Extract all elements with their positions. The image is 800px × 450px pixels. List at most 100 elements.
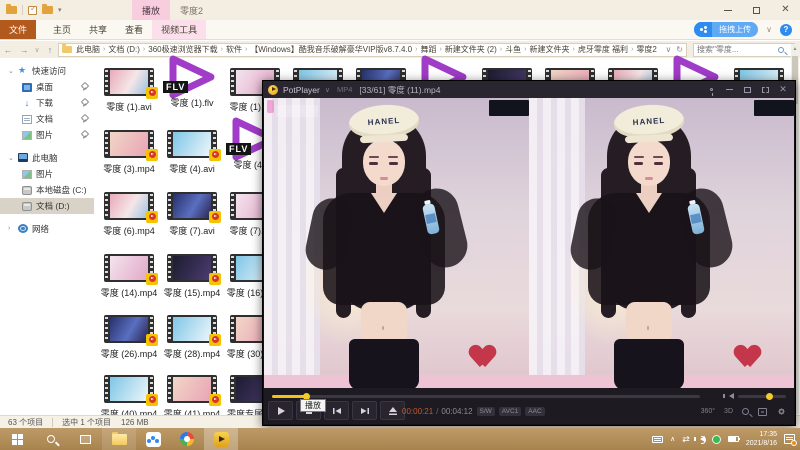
maximize-button[interactable] [742, 0, 771, 20]
folder-icon[interactable] [6, 6, 17, 14]
ribbon-collapse-icon[interactable]: ∨ [766, 25, 772, 34]
hidden-icons-chevron[interactable]: ∧ [670, 436, 675, 443]
tab-file[interactable]: 文件 [0, 20, 36, 39]
video-frame-right: HANEL [529, 98, 794, 390]
tab-video-tools[interactable]: 视频工具 [152, 20, 206, 39]
action-center-icon[interactable] [784, 434, 795, 444]
safety-icon[interactable] [712, 435, 721, 444]
task-view-icon [80, 435, 91, 444]
taskbar-potplayer-button[interactable] [204, 428, 238, 450]
sidebar-network[interactable]: › 网络 [0, 220, 94, 237]
sidebar-quick-access[interactable]: ⌄ ★ 快速访问 [0, 62, 94, 79]
sidebar-item-pictures[interactable]: 图片 [0, 127, 94, 143]
tab-share[interactable]: 共享 [80, 20, 116, 39]
pin-icon [81, 115, 89, 123]
properties-icon[interactable] [28, 6, 37, 15]
vr-360-icon[interactable]: 360° [701, 408, 715, 415]
breadcrumb-douyu[interactable]: 斗鱼 [504, 44, 522, 55]
netdisk-upload-button[interactable]: 拖拽上传 [694, 22, 758, 37]
playlist-icon[interactable] [758, 408, 767, 416]
speaker-icon[interactable] [726, 393, 734, 399]
file-item[interactable]: 零度 (6).mp4 [99, 190, 159, 237]
video-watermark [276, 105, 318, 117]
breadcrumb-huya[interactable]: 虎牙零度 福利 [577, 44, 629, 55]
window-title: 零度2 [180, 0, 203, 20]
up-icon[interactable]: ↑ [42, 45, 58, 55]
minimize-button[interactable] [713, 0, 742, 20]
sidebar-item-documents[interactable]: 文档 [0, 111, 94, 127]
player-titlebar[interactable]: PotPlayer ∨ MP4 [33/61] 零度 (11).mp4 ✕ [263, 81, 795, 98]
touch-keyboard-icon[interactable] [652, 436, 663, 443]
sidebar-item-disk-d[interactable]: 文档 (D:) [0, 198, 94, 214]
file-item[interactable]: 零度 (15).mp4 [162, 252, 222, 299]
pin-icon[interactable] [706, 85, 716, 95]
minimize-button[interactable] [724, 85, 734, 95]
breadcrumb-software[interactable]: 软件 [225, 44, 243, 55]
sidebar-item-disk-c[interactable]: 本地磁盘 (C:) [0, 182, 94, 198]
breadcrumb-current[interactable]: 零度2 [635, 44, 657, 55]
volume-handle[interactable] [766, 393, 773, 400]
search-icon[interactable] [778, 47, 784, 53]
breadcrumb-newfolder[interactable]: 新建文件夹 [528, 44, 570, 55]
settings-gear-icon[interactable] [776, 406, 787, 417]
seek-bar[interactable] [272, 395, 700, 398]
player-badge-icon [146, 334, 158, 346]
forward-icon[interactable]: → [16, 45, 32, 55]
help-icon[interactable]: ? [780, 24, 792, 36]
search-input[interactable] [694, 45, 778, 54]
close-button[interactable]: ✕ [771, 0, 800, 20]
start-button[interactable] [0, 428, 34, 450]
close-button[interactable]: ✕ [778, 85, 788, 95]
breadcrumb-this-pc[interactable]: 此电脑 [75, 44, 101, 55]
file-item[interactable]: 零度 (1).avi [99, 66, 159, 113]
task-view-button[interactable] [68, 428, 102, 450]
video-thumbnail [104, 375, 154, 403]
file-item[interactable]: 零度 (28).mp4 [162, 313, 222, 360]
volume-bar[interactable] [738, 395, 786, 398]
next-button[interactable] [352, 401, 377, 420]
sidebar-item-pc-pictures[interactable]: 图片 [0, 166, 94, 182]
maximize-button[interactable] [742, 85, 752, 95]
file-item[interactable]: 零度 (14).mp4 [99, 252, 159, 299]
window-controls: ✕ [713, 0, 800, 20]
tab-view[interactable]: 查看 [116, 20, 152, 39]
video-area[interactable]: HANEL [264, 98, 794, 390]
chevron-down-icon[interactable]: ▾ [58, 6, 62, 14]
file-item[interactable]: 零度 (3).mp4 [99, 128, 159, 175]
speaker-icon[interactable] [697, 436, 705, 442]
taskbar-explorer-button[interactable] [102, 428, 136, 450]
input-method-icon[interactable]: ⇄ [682, 435, 690, 444]
previous-button[interactable] [324, 401, 349, 420]
file-item[interactable]: FLV 零度 (1).flv [162, 66, 222, 109]
sidebar-item-downloads[interactable]: ↓ 下载 [0, 95, 94, 111]
sidebar-this-pc[interactable]: ⌄ 此电脑 [0, 149, 94, 166]
back-icon[interactable]: ← [0, 45, 16, 55]
computer-icon [18, 153, 28, 162]
scroll-up-icon[interactable]: ▲ [792, 44, 798, 54]
battery-icon[interactable] [728, 436, 739, 442]
screen: ▾ 播放 零度2 ✕ 文件 主页 共享 查看 视频工具 拖拽上传 ∨ ? [0, 0, 800, 450]
play-button[interactable] [268, 401, 293, 420]
play-tooltip: 播放 [300, 399, 326, 412]
address-dropdown-icon[interactable]: ∨ [665, 45, 671, 54]
sidebar-item-desktop[interactable]: 桌面 [0, 79, 94, 95]
file-item[interactable]: 零度 (7).avi [162, 190, 222, 237]
taskbar-netdisk-button[interactable] [136, 428, 170, 450]
file-item[interactable]: 零度 (4).avi [162, 128, 222, 175]
fullscreen-button[interactable] [760, 85, 770, 95]
breadcrumb-kuwo[interactable]: 【Windows】酷我音乐破解豪华VIP版v8.7.4.0 [249, 44, 413, 55]
file-item[interactable]: 零度 (41).mp4 [162, 373, 222, 420]
tab-home[interactable]: 主页 [44, 20, 80, 39]
taskbar-clock[interactable]: 17:35 2021/8/16 [746, 430, 777, 449]
recent-dropdown-icon[interactable]: ∨ [32, 46, 42, 54]
file-item[interactable]: 零度 (40).mp4 [99, 373, 159, 420]
chevron-down-icon[interactable]: ∨ [325, 86, 330, 94]
taskbar-browser-button[interactable] [170, 428, 204, 450]
file-item[interactable]: 零度 (26).mp4 [99, 313, 159, 360]
new-folder-icon[interactable] [42, 6, 53, 14]
scene-search-icon[interactable] [742, 408, 749, 415]
refresh-icon[interactable]: ↻ [676, 45, 683, 54]
breadcrumb-drive-d[interactable]: 文档 (D:) [107, 44, 141, 55]
taskbar-search-button[interactable] [34, 428, 68, 450]
3d-icon[interactable]: 3D [724, 408, 733, 415]
